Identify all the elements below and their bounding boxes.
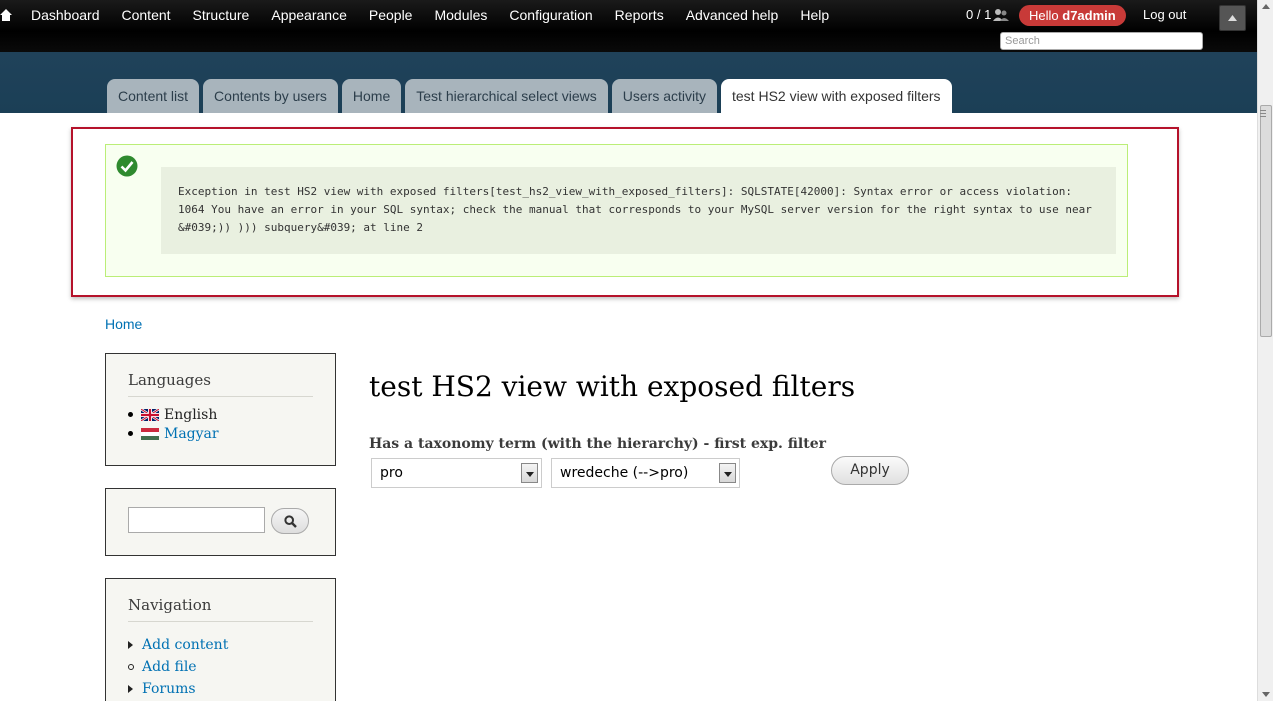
username: d7admin bbox=[1062, 8, 1116, 23]
check-icon bbox=[116, 155, 138, 177]
nav-item-forums[interactable]: Forums bbox=[128, 678, 335, 700]
online-users-counter: 0 / 1 bbox=[966, 7, 1010, 22]
languages-block-title: Languages bbox=[128, 354, 313, 397]
page-title: test HS2 view with exposed filters bbox=[369, 370, 856, 403]
toolbar-search-input[interactable]: Search bbox=[1000, 32, 1203, 50]
tab-test-hs2-view[interactable]: test HS2 view with exposed filters bbox=[721, 79, 952, 113]
tab-users-activity[interactable]: Users activity bbox=[611, 79, 717, 113]
page-scrollbar[interactable] bbox=[1257, 0, 1273, 701]
taxonomy-select-level-2[interactable]: wredeche (-->pro) bbox=[551, 458, 740, 488]
language-item-magyar[interactable]: Magyar bbox=[128, 424, 335, 443]
search-input[interactable] bbox=[128, 507, 265, 533]
menu-people[interactable]: People bbox=[358, 0, 424, 31]
search-button[interactable] bbox=[271, 508, 309, 534]
breadcrumb: Home bbox=[105, 316, 142, 332]
logout-link[interactable]: Log out bbox=[1143, 7, 1186, 22]
exception-text: Exception in test HS2 view with exposed … bbox=[161, 167, 1116, 254]
breadcrumb-home-link[interactable]: Home bbox=[105, 316, 142, 332]
home-icon[interactable] bbox=[0, 8, 12, 22]
menu-help[interactable]: Help bbox=[789, 0, 840, 31]
hungary-flag-icon bbox=[141, 427, 159, 440]
collapsed-arrow-icon bbox=[128, 685, 133, 693]
tab-contents-by-users[interactable]: Contents by users bbox=[203, 79, 338, 113]
admin-toolbar: Dashboard Content Structure Appearance P… bbox=[0, 0, 1257, 52]
bullet-icon bbox=[128, 431, 133, 436]
language-item-english[interactable]: English bbox=[128, 405, 335, 424]
primary-tabs: Content list Contents by users Home Test… bbox=[107, 79, 956, 113]
navigation-list: Add content Add file Forums bbox=[128, 634, 335, 700]
menu-advanced-help[interactable]: Advanced help bbox=[675, 0, 790, 31]
scroll-up-arrow-icon[interactable] bbox=[1262, 4, 1270, 9]
language-label-magyar: Magyar bbox=[164, 425, 219, 442]
tab-content-list[interactable]: Content list bbox=[107, 79, 200, 113]
select-level-2-value: wredeche (-->pro) bbox=[560, 465, 689, 481]
menu-appearance[interactable]: Appearance bbox=[260, 0, 358, 31]
taxonomy-select-level-1[interactable]: pro bbox=[371, 458, 542, 488]
user-count-text: 0 / 1 bbox=[966, 7, 992, 22]
tab-test-hierarchical-select-views[interactable]: Test hierarchical select views bbox=[405, 79, 608, 113]
bullet-icon bbox=[128, 412, 133, 417]
menu-configuration[interactable]: Configuration bbox=[498, 0, 603, 31]
menu-modules[interactable]: Modules bbox=[423, 0, 498, 31]
menu-structure[interactable]: Structure bbox=[182, 0, 261, 31]
language-label-english: English bbox=[164, 406, 218, 423]
uk-flag-icon bbox=[141, 408, 159, 421]
nav-label-add-file: Add file bbox=[142, 659, 197, 675]
collapsed-arrow-icon bbox=[128, 641, 133, 649]
search-block bbox=[105, 488, 336, 556]
menu-dashboard[interactable]: Dashboard bbox=[20, 0, 111, 31]
menu-content[interactable]: Content bbox=[111, 0, 182, 31]
nav-label-add-content: Add content bbox=[142, 637, 229, 653]
language-list: English Magyar bbox=[128, 405, 335, 443]
status-message: Exception in test HS2 view with exposed … bbox=[105, 144, 1128, 277]
search-icon bbox=[284, 515, 297, 528]
chevron-down-icon bbox=[719, 463, 736, 483]
menu-reports[interactable]: Reports bbox=[604, 0, 675, 31]
toolbar-menu: Dashboard Content Structure Appearance P… bbox=[20, 0, 840, 31]
chevron-up-icon bbox=[1228, 15, 1237, 21]
scroll-down-arrow-icon[interactable] bbox=[1262, 692, 1270, 697]
nav-item-add-file[interactable]: Add file bbox=[128, 656, 335, 678]
filter-label: Has a taxonomy term (with the hierarchy)… bbox=[369, 436, 827, 452]
navigation-block-title: Navigation bbox=[128, 579, 313, 622]
apply-button[interactable]: Apply bbox=[831, 456, 909, 485]
leaf-circle-icon bbox=[128, 664, 134, 670]
hello-prefix: Hello bbox=[1029, 8, 1063, 23]
user-greeting-badge[interactable]: Hello d7admin bbox=[1019, 5, 1126, 26]
nav-label-forums: Forums bbox=[142, 681, 196, 697]
scrollbar-grip-icon bbox=[1260, 110, 1266, 111]
select-level-1-value: pro bbox=[380, 465, 403, 481]
tab-home[interactable]: Home bbox=[341, 79, 402, 113]
chevron-down-icon bbox=[521, 463, 538, 483]
site-header: Content list Contents by users Home Test… bbox=[0, 52, 1257, 113]
nav-item-add-content[interactable]: Add content bbox=[128, 634, 335, 656]
scrollbar-thumb[interactable] bbox=[1260, 105, 1272, 337]
navigation-block: Navigation Add content Add file Forums bbox=[105, 578, 336, 701]
languages-block: Languages English Magyar bbox=[105, 353, 336, 466]
toolbar-toggle-button[interactable] bbox=[1219, 5, 1246, 31]
users-icon bbox=[993, 8, 1010, 21]
